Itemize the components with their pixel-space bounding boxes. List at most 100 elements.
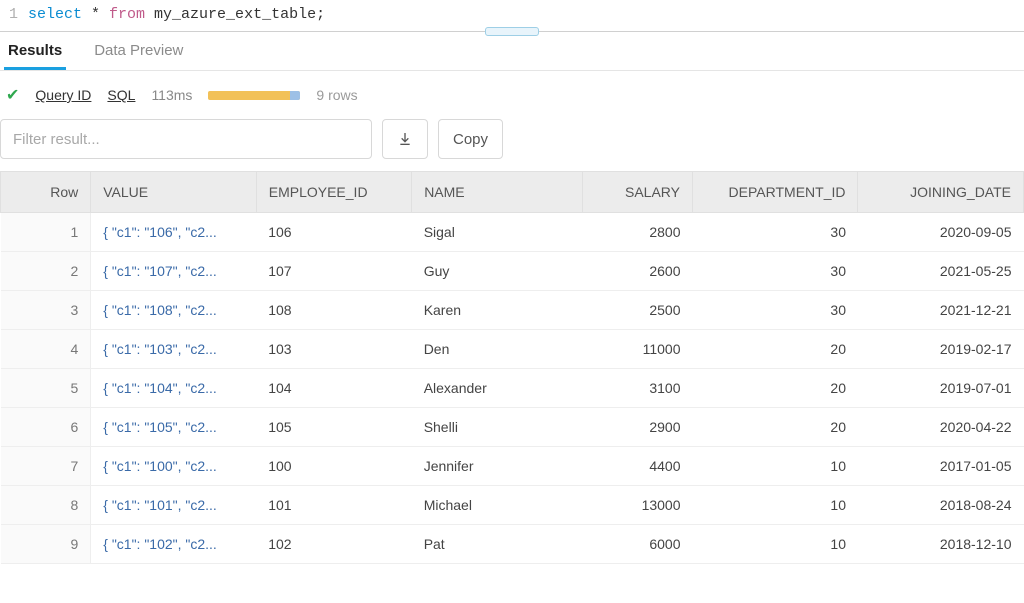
download-button[interactable] xyxy=(382,119,428,159)
col-joining-date[interactable]: JOINING_DATE xyxy=(858,172,1024,213)
cell-employee-id: 102 xyxy=(256,525,411,564)
cell-name: Jennifer xyxy=(412,447,583,486)
result-controls: Copy xyxy=(0,119,1024,171)
cell-employee-id: 106 xyxy=(256,213,411,252)
results-table: Row VALUE EMPLOYEE_ID NAME SALARY DEPART… xyxy=(0,171,1024,564)
cell-salary: 13000 xyxy=(582,486,692,525)
cell-value[interactable]: { "c1": "100", "c2... xyxy=(91,447,256,486)
col-salary[interactable]: SALARY xyxy=(582,172,692,213)
download-icon xyxy=(397,131,413,147)
table-row[interactable]: 7{ "c1": "100", "c2...100Jennifer4400102… xyxy=(1,447,1024,486)
cell-joining-date: 2019-02-17 xyxy=(858,330,1024,369)
cell-value[interactable]: { "c1": "103", "c2... xyxy=(91,330,256,369)
cell-rownum: 5 xyxy=(1,369,91,408)
table-row[interactable]: 1{ "c1": "106", "c2...106Sigal2800302020… xyxy=(1,213,1024,252)
editor-line-number: 1 xyxy=(0,6,28,23)
cell-employee-id: 101 xyxy=(256,486,411,525)
success-check-icon: ✔ xyxy=(6,85,19,105)
cell-joining-date: 2018-12-10 xyxy=(858,525,1024,564)
cell-joining-date: 2017-01-05 xyxy=(858,447,1024,486)
cell-rownum: 3 xyxy=(1,291,91,330)
cell-rownum: 7 xyxy=(1,447,91,486)
cell-department-id: 10 xyxy=(693,525,858,564)
cell-rownum: 8 xyxy=(1,486,91,525)
cell-name: Pat xyxy=(412,525,583,564)
cell-employee-id: 108 xyxy=(256,291,411,330)
editor-code: select * from my_azure_ext_table; xyxy=(28,6,325,23)
cell-salary: 6000 xyxy=(582,525,692,564)
cell-rownum: 9 xyxy=(1,525,91,564)
cell-department-id: 30 xyxy=(693,252,858,291)
cell-salary: 3100 xyxy=(582,369,692,408)
row-count-label: 9 rows xyxy=(316,87,357,103)
cell-department-id: 10 xyxy=(693,486,858,525)
cell-name: Sigal xyxy=(412,213,583,252)
query-duration: 113ms xyxy=(151,87,192,103)
result-tabs: Results Data Preview xyxy=(0,32,1024,71)
cell-department-id: 20 xyxy=(693,408,858,447)
cell-value[interactable]: { "c1": "102", "c2... xyxy=(91,525,256,564)
query-id-link[interactable]: Query ID xyxy=(35,87,91,103)
query-duration-bar xyxy=(208,91,300,100)
cell-salary: 11000 xyxy=(582,330,692,369)
table-header-row: Row VALUE EMPLOYEE_ID NAME SALARY DEPART… xyxy=(1,172,1024,213)
table-row[interactable]: 2{ "c1": "107", "c2...107Guy2600302021-0… xyxy=(1,252,1024,291)
cell-rownum: 1 xyxy=(1,213,91,252)
cell-value[interactable]: { "c1": "107", "c2... xyxy=(91,252,256,291)
cell-joining-date: 2021-05-25 xyxy=(858,252,1024,291)
cell-salary: 2500 xyxy=(582,291,692,330)
tab-results[interactable]: Results xyxy=(4,32,66,70)
table-row[interactable]: 4{ "c1": "103", "c2...103Den11000202019-… xyxy=(1,330,1024,369)
table-row[interactable]: 8{ "c1": "101", "c2...101Michael13000102… xyxy=(1,486,1024,525)
cell-value[interactable]: { "c1": "105", "c2... xyxy=(91,408,256,447)
cell-name: Guy xyxy=(412,252,583,291)
cell-name: Shelli xyxy=(412,408,583,447)
table-row[interactable]: 3{ "c1": "108", "c2...108Karen2500302021… xyxy=(1,291,1024,330)
cell-value[interactable]: { "c1": "106", "c2... xyxy=(91,213,256,252)
cell-employee-id: 107 xyxy=(256,252,411,291)
cell-name: Alexander xyxy=(412,369,583,408)
cell-department-id: 10 xyxy=(693,447,858,486)
cell-joining-date: 2018-08-24 xyxy=(858,486,1024,525)
col-employee-id[interactable]: EMPLOYEE_ID xyxy=(256,172,411,213)
cell-rownum: 2 xyxy=(1,252,91,291)
status-row: ✔ Query ID SQL 113ms 9 rows xyxy=(0,71,1024,119)
kw-from: from xyxy=(109,6,145,23)
cell-employee-id: 105 xyxy=(256,408,411,447)
col-department-id[interactable]: DEPARTMENT_ID xyxy=(693,172,858,213)
cell-salary: 4400 xyxy=(582,447,692,486)
cell-salary: 2900 xyxy=(582,408,692,447)
table-row[interactable]: 9{ "c1": "102", "c2...102Pat6000102018-1… xyxy=(1,525,1024,564)
cell-name: Den xyxy=(412,330,583,369)
sql-editor[interactable]: 1 select * from my_azure_ext_table; xyxy=(0,0,1024,32)
cell-employee-id: 104 xyxy=(256,369,411,408)
sql-link[interactable]: SQL xyxy=(107,87,135,103)
tab-data-preview[interactable]: Data Preview xyxy=(90,32,187,70)
cell-employee-id: 100 xyxy=(256,447,411,486)
cell-rownum: 4 xyxy=(1,330,91,369)
cell-value[interactable]: { "c1": "108", "c2... xyxy=(91,291,256,330)
filter-input[interactable] xyxy=(0,119,372,159)
col-row[interactable]: Row xyxy=(1,172,91,213)
table-row[interactable]: 5{ "c1": "104", "c2...104Alexander310020… xyxy=(1,369,1024,408)
cell-value[interactable]: { "c1": "104", "c2... xyxy=(91,369,256,408)
col-value[interactable]: VALUE xyxy=(91,172,256,213)
cell-joining-date: 2019-07-01 xyxy=(858,369,1024,408)
copy-button[interactable]: Copy xyxy=(438,119,503,159)
cell-salary: 2800 xyxy=(582,213,692,252)
kw-select: select xyxy=(28,6,82,23)
cell-name: Karen xyxy=(412,291,583,330)
cell-department-id: 30 xyxy=(693,213,858,252)
cell-salary: 2600 xyxy=(582,252,692,291)
cell-name: Michael xyxy=(412,486,583,525)
cell-department-id: 20 xyxy=(693,369,858,408)
table-row[interactable]: 6{ "c1": "105", "c2...105Shelli290020202… xyxy=(1,408,1024,447)
cell-rownum: 6 xyxy=(1,408,91,447)
col-name[interactable]: NAME xyxy=(412,172,583,213)
cell-joining-date: 2021-12-21 xyxy=(858,291,1024,330)
cell-joining-date: 2020-09-05 xyxy=(858,213,1024,252)
cell-employee-id: 103 xyxy=(256,330,411,369)
cell-value[interactable]: { "c1": "101", "c2... xyxy=(91,486,256,525)
pane-resize-handle[interactable] xyxy=(485,27,539,36)
cell-department-id: 30 xyxy=(693,291,858,330)
